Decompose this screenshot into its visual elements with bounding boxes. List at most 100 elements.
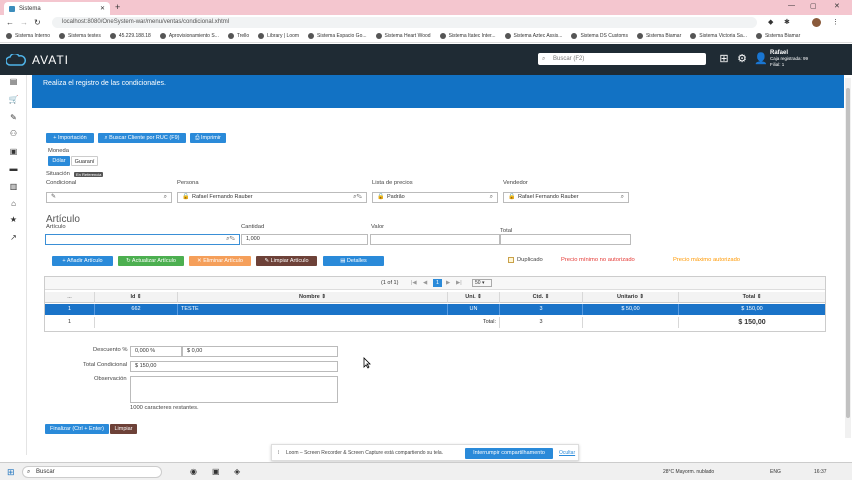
weather-text[interactable]: 28°C Mayorm. nublado xyxy=(663,469,714,475)
col-id-header[interactable]: Id ⇕ xyxy=(95,292,178,303)
bookmark-item[interactable]: Sistema Espacio Go... xyxy=(308,33,367,39)
bookmark-item[interactable]: Sistema Victoria Sa... xyxy=(690,33,747,39)
menu-kebab-icon[interactable]: ⋮ xyxy=(832,18,839,26)
table-row[interactable]: 1 662 TESTE UN 3 $ 50,00 $ 150,00 xyxy=(45,304,825,315)
search-icon[interactable]: ⌕ xyxy=(621,193,624,202)
gear-icon[interactable]: ⚙ xyxy=(736,53,748,65)
url-field[interactable]: localhost:8080/OneSystem-war/menu/ventas… xyxy=(52,17,757,28)
clear-articulo-button[interactable]: ✎ Limpiar Artículo xyxy=(256,256,317,266)
loom-grip-icon[interactable]: ⁞ xyxy=(278,450,279,456)
chart-icon[interactable]: ↗ xyxy=(8,233,19,242)
last-page-icon[interactable]: ▶| xyxy=(456,280,462,286)
factory-icon[interactable]: ▥ xyxy=(8,182,19,191)
details-button[interactable]: ▤ Detalles xyxy=(323,256,384,266)
buscar-cliente-button[interactable]: ⌕ Buscar Cliente por RUC (F9) xyxy=(98,133,186,143)
vendedor-field[interactable]: 🔒 Rafael Fernando Rauber ⌕ xyxy=(503,192,629,203)
search-icon[interactable]: ⌕ xyxy=(490,193,493,202)
bookmark-item[interactable]: Sistema Biamar xyxy=(755,33,800,39)
prev-page-icon[interactable]: ◀ xyxy=(423,280,427,286)
bookmark-item[interactable]: Sistema Interno xyxy=(6,33,50,39)
chrome-taskbar-icon[interactable]: ◉ xyxy=(190,467,197,476)
hide-link[interactable]: Ocultar xyxy=(559,450,575,456)
importacion-button[interactable]: + Importación xyxy=(46,133,94,143)
condicional-field[interactable]: ✎ ⌕ xyxy=(46,192,172,203)
bookmark-item[interactable]: Aprovisionamiento S... xyxy=(159,33,219,39)
bookmark-item[interactable]: Library | Loom xyxy=(258,33,299,39)
observacion-textarea[interactable] xyxy=(130,376,338,403)
clock[interactable]: 16:37 xyxy=(814,469,827,475)
cart-icon[interactable]: 🛒 xyxy=(8,95,19,104)
valor-input[interactable] xyxy=(370,234,500,245)
user-icon[interactable]: 👤 xyxy=(754,53,768,65)
folder-taskbar-icon[interactable]: ▣ xyxy=(212,467,220,476)
lista-precios-field[interactable]: 🔒 Padrão ⌕ xyxy=(372,192,498,203)
update-articulo-button[interactable]: ↻ Actualizar Artículo xyxy=(118,256,184,266)
finalizar-button[interactable]: Finalizar (Ctrl + Enter) xyxy=(45,424,109,434)
bookmark-item[interactable]: Sistema DS Customs xyxy=(571,33,628,39)
bank-icon[interactable]: ⌂ xyxy=(8,199,19,208)
descuento-pct-input[interactable]: 0,000 % xyxy=(130,346,182,357)
back-icon[interactable]: ← xyxy=(6,18,14,27)
search-icon[interactable]: ⌕ xyxy=(164,193,167,202)
forward-icon[interactable]: → xyxy=(20,18,28,27)
col-total-header[interactable]: Total ⇕ xyxy=(679,292,825,303)
new-tab-icon[interactable]: + xyxy=(115,2,120,12)
search-edit-icon[interactable]: ⌕✎ xyxy=(353,193,362,202)
bookmark-item[interactable]: Sistema Aztec Assis... xyxy=(504,33,562,39)
descuento-amt-input[interactable]: $ 0,00 xyxy=(182,346,338,357)
money-icon[interactable]: ▣ xyxy=(8,147,19,156)
duplicado-checkbox[interactable] xyxy=(508,257,514,263)
bookmark-item[interactable]: Sistema Itatec Inter... xyxy=(439,33,496,39)
close-tab-icon[interactable]: ✕ xyxy=(100,5,105,12)
windows-start-icon[interactable]: ⊞ xyxy=(7,467,15,478)
bookmark-item[interactable]: Sistema Heart Wood xyxy=(375,33,431,39)
star-icon[interactable]: ★ xyxy=(8,215,19,224)
search-edit-icon[interactable]: ⌕✎ xyxy=(226,235,235,244)
maximize-icon[interactable]: ▢ xyxy=(810,2,817,10)
total-input[interactable] xyxy=(500,234,631,245)
col-index-header[interactable]: ... xyxy=(45,292,95,303)
bookmark-item[interactable]: Sistema testes xyxy=(59,33,101,39)
moneda-dolar-toggle[interactable]: Dólar xyxy=(48,156,70,166)
page-scrollbar[interactable] xyxy=(845,78,851,438)
cantidad-input[interactable]: 1,000 xyxy=(241,234,368,245)
bookmark-item[interactable]: 45.229.188.18 xyxy=(109,33,151,39)
wrench-icon[interactable]: ✎ xyxy=(8,113,19,122)
browser-tab[interactable]: Sistema ✕ xyxy=(4,2,110,15)
pin-icon[interactable]: ✎ xyxy=(51,193,56,202)
user-info[interactable]: Rafael Caja registrada: 99 Filial: 1 xyxy=(770,50,808,68)
extension-icon[interactable]: ◆ xyxy=(768,18,773,26)
puzzle-icon[interactable]: ✱ xyxy=(784,18,790,26)
app-taskbar-icon[interactable]: ◈ xyxy=(234,467,240,476)
limpiar-button[interactable]: Limpiar xyxy=(110,424,137,434)
col-unitario-header[interactable]: Unitario ⇕ xyxy=(583,292,679,303)
users-icon[interactable]: ⚇ xyxy=(8,129,19,138)
persona-field[interactable]: 🔒 Rafael Fernando Rauber ⌕✎ xyxy=(177,192,367,203)
page-1-button[interactable]: 1 xyxy=(433,279,442,287)
articulo-input[interactable]: ⌕✎ xyxy=(45,234,240,245)
profile-avatar[interactable] xyxy=(812,18,821,27)
global-search-input[interactable]: ⌕ Buscar (F2) xyxy=(538,53,706,65)
col-nombre-header[interactable]: Nombre ⇕ xyxy=(178,292,448,303)
add-square-icon[interactable]: ⊞ xyxy=(718,53,730,65)
scrollbar-thumb[interactable] xyxy=(846,88,850,418)
book-icon[interactable]: ▤ xyxy=(8,77,19,86)
stop-sharing-button[interactable]: Interrumpir compartilhamento xyxy=(465,448,553,459)
col-uni-header[interactable]: Uni. ⇕ xyxy=(448,292,500,303)
delete-articulo-button[interactable]: ✕ Eliminar Artículo xyxy=(189,256,251,266)
truck-icon[interactable]: ▬ xyxy=(8,164,19,173)
logo[interactable]: AVATI xyxy=(6,53,69,67)
rows-per-page-select[interactable]: 50 ▾ xyxy=(472,279,492,287)
close-window-icon[interactable]: ✕ xyxy=(834,2,840,10)
bookmark-item[interactable]: Trello xyxy=(227,33,249,39)
minimize-icon[interactable]: — xyxy=(788,2,795,9)
moneda-guarani-toggle[interactable]: Guaraní xyxy=(71,156,98,166)
reload-icon[interactable]: ↻ xyxy=(34,18,41,27)
next-page-icon[interactable]: ▶ xyxy=(446,280,450,286)
imprimir-button[interactable]: ⎙ Imprimir xyxy=(190,133,226,143)
first-page-icon[interactable]: |◀ xyxy=(411,280,417,286)
add-articulo-button[interactable]: + Añadir Artículo xyxy=(52,256,113,266)
col-ctd-header[interactable]: Ctd. ⇕ xyxy=(500,292,583,303)
bookmark-item[interactable]: Sistema Biamar xyxy=(636,33,681,39)
taskbar-search[interactable]: ⌕ Buscar xyxy=(22,466,162,478)
